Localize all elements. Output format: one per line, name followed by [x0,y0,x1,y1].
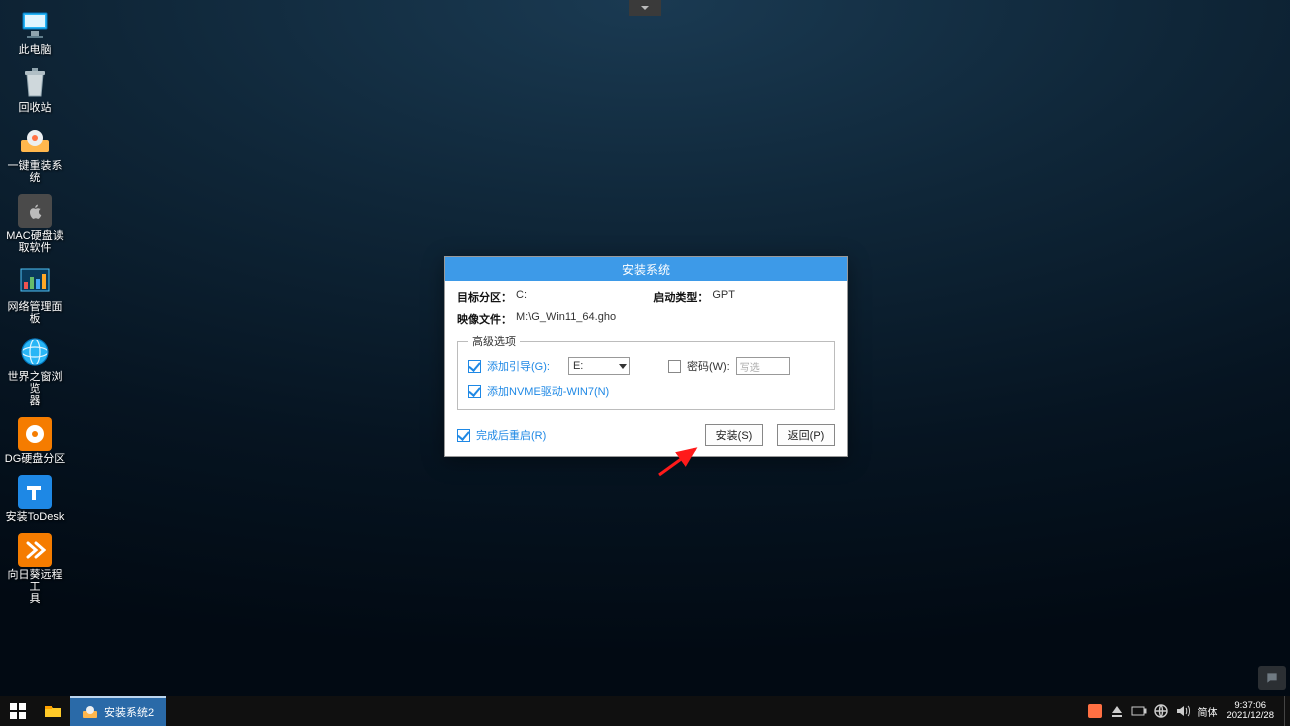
disk-partition-icon [18,417,52,451]
top-pull-down-tab[interactable] [629,0,661,16]
apple-icon [18,194,52,228]
gear-install-icon [18,124,52,158]
app-icon [1088,704,1102,718]
target-partition-label: 目标分区： [457,289,512,305]
sunflower-icon [18,533,52,567]
taskbar-clock[interactable]: 9:37:06 2021/12/28 [1220,701,1280,722]
tray-app-icon[interactable] [1084,696,1106,726]
reboot-after-label[interactable]: 完成后重启(R) [476,427,546,443]
icon-label: 一键重装系统 [3,160,67,184]
icon-label: MAC硬盘读 取软件 [6,230,63,254]
add-boot-checkbox[interactable] [468,360,481,373]
advanced-options-group: 高级选项 添加引导(G): E: 密码(W): 写选 添加NVME驱动-WIN7… [457,333,835,410]
boot-drive-select[interactable]: E: [568,357,630,375]
assistant-badge[interactable] [1258,666,1286,690]
desktop-icon-mac-disk-reader[interactable]: MAC硬盘读 取软件 [3,192,67,256]
eject-icon [1111,705,1123,717]
chevron-down-icon [619,364,627,369]
tray-volume-icon[interactable] [1172,696,1194,726]
taskbar-right: 简体 9:37:06 2021/12/28 [1084,696,1290,726]
target-boot-row: 目标分区： C: 启动类型： GPT [457,289,835,305]
chart-panel-icon [18,265,52,299]
reboot-after-checkbox[interactable] [457,429,470,442]
desktop-icon-sunflower-tool[interactable]: 向日葵远程工 具 [3,531,67,607]
add-nvme-label[interactable]: 添加NVME驱动-WIN7(N) [487,383,609,399]
image-file-row: 映像文件： M:\G_Win11_64.gho [457,311,835,327]
taskbar-task-install-system[interactable]: 安装系统2 [70,696,166,726]
icon-label: 世界之窗浏览 器 [3,371,67,407]
advanced-legend: 高级选项 [468,333,520,349]
desktop-icon-install-todesk[interactable]: 安装ToDesk [3,473,67,525]
desktop-icon-one-key-install[interactable]: 一键重装系统 [3,122,67,186]
file-explorer-button[interactable] [36,696,70,726]
boot-drive-value: E: [573,360,583,372]
dialog-footer: 完成后重启(R) 安装(S) 返回(P) [445,416,847,456]
windows-icon [10,703,26,719]
add-boot-label[interactable]: 添加引导(G): [487,358,550,374]
password-label[interactable]: 密码(W): [687,358,730,374]
icon-label: 向日葵远程工 具 [3,569,67,605]
chat-icon [1265,671,1279,685]
desktop-icon-network-panel[interactable]: 网络管理面板 [3,263,67,327]
icon-label: DG硬盘分区 [5,453,66,465]
folder-icon [44,703,62,719]
icon-label: 安装ToDesk [6,511,65,523]
desktop-icon-dg-partition[interactable]: DG硬盘分区 [3,415,67,467]
boot-type-label: 启动类型： [653,289,708,305]
password-checkbox[interactable] [668,360,681,373]
dialog-title: 安装系统 [445,257,847,281]
install-system-dialog: 安装系统 目标分区： C: 启动类型： GPT 映像文件： M:\G_Win11… [444,256,848,457]
icon-label: 此电脑 [19,44,52,56]
show-desktop-button[interactable] [1284,696,1290,726]
dialog-body: 目标分区： C: 启动类型： GPT 映像文件： M:\G_Win11_64.g… [445,281,847,416]
icon-label: 回收站 [19,102,52,114]
desktop-icon-world-browser[interactable]: 世界之窗浏览 器 [3,333,67,409]
image-file-label: 映像文件： [457,311,512,327]
tray-eject-icon[interactable] [1106,696,1128,726]
desktop-icon-this-pc[interactable]: 此电脑 [3,6,67,58]
password-placeholder: 写选 [740,359,760,374]
install-button[interactable]: 安装(S) [705,424,763,446]
back-button[interactable]: 返回(P) [777,424,835,446]
desktop-icon-grid: 此电脑 回收站 一键重装系统 MAC硬盘读 取软件 网络管理面板 世界之窗浏览 … [0,6,70,608]
start-button[interactable] [0,696,36,726]
taskbar: 安装系统2 简体 9:37:06 2021/12/28 [0,696,1290,726]
clock-date: 2021/12/28 [1226,711,1274,721]
network-icon [1154,704,1168,718]
task-label: 安装系统2 [104,704,154,720]
password-input[interactable]: 写选 [736,357,790,375]
icon-label: 网络管理面板 [3,301,67,325]
todesk-icon [18,475,52,509]
boot-type-value: GPT [712,289,735,305]
taskbar-left: 安装系统2 [0,696,166,726]
add-nvme-checkbox[interactable] [468,385,481,398]
trash-icon [18,66,52,100]
globe-icon [18,335,52,369]
battery-icon [1131,706,1147,716]
computer-icon [18,8,52,42]
gear-install-icon [82,704,98,720]
target-partition-value: C: [516,289,527,305]
ime-indicator[interactable]: 简体 [1194,704,1220,719]
image-file-value: M:\G_Win11_64.gho [516,311,616,327]
chevron-down-icon [640,3,650,13]
tray-battery-icon[interactable] [1128,696,1150,726]
desktop-icon-recycle-bin[interactable]: 回收站 [3,64,67,116]
tray-network-icon[interactable] [1150,696,1172,726]
volume-icon [1176,705,1190,717]
